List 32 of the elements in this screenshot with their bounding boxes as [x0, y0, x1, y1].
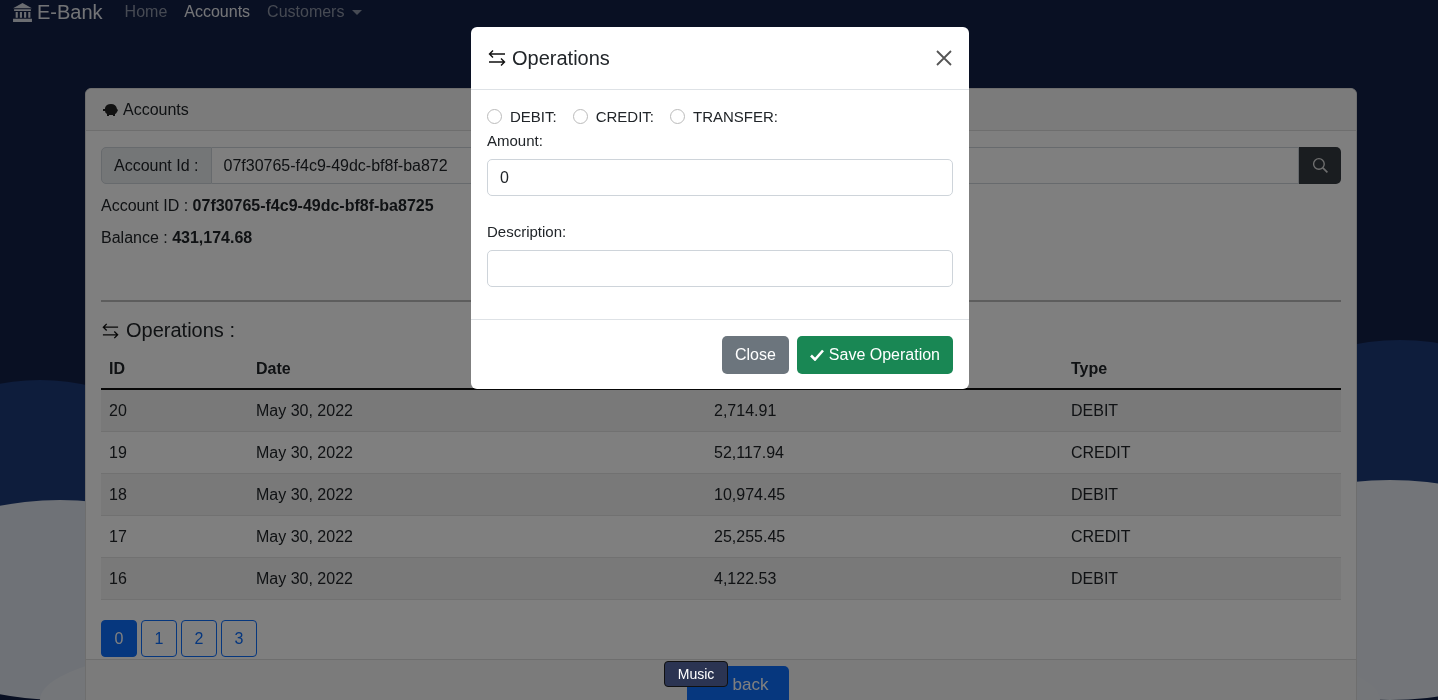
- dialog-title: Operations: [512, 46, 611, 70]
- table-cell: 2,714.91: [706, 389, 1063, 432]
- table-cell: May 30, 2022: [248, 515, 706, 558]
- table-cell: 4,122.53: [706, 557, 1063, 600]
- account-id-text: Account ID : 07f30765-f4c9-49dc-bf8f-ba8725: [101, 196, 434, 216]
- table-cell: 18: [101, 473, 248, 516]
- table-cell: CREDIT: [1063, 431, 1341, 474]
- column-header: Type: [1071, 359, 1108, 377]
- table-cell: May 30, 2022: [248, 557, 706, 600]
- table-cell: May 30, 2022: [248, 473, 706, 516]
- operations-heading: Operations :: [126, 319, 235, 342]
- table-cell: DEBIT: [1063, 557, 1341, 600]
- table-cell: 20: [101, 389, 248, 432]
- column-header: ID: [109, 359, 125, 377]
- table-cell: May 30, 2022: [248, 389, 706, 432]
- table-cell: 19: [101, 431, 248, 474]
- card-title: Accounts: [123, 100, 189, 119]
- table-cell: 10,974.45: [706, 473, 1063, 516]
- table-cell: May 30, 2022: [248, 431, 706, 474]
- balance-text: Balance : 431,174.68: [101, 228, 253, 248]
- table-cell: 25,255.45: [706, 515, 1063, 558]
- tooltip: Music: [664, 661, 728, 687]
- table-cell: 16: [101, 557, 248, 600]
- table-cell: DEBIT: [1063, 389, 1341, 432]
- field-label: Amount:: [487, 132, 544, 149]
- account-id-label: Account Id :: [101, 147, 212, 184]
- field-label: Description:: [487, 223, 568, 240]
- table-cell: 17: [101, 515, 248, 558]
- table-cell: CREDIT: [1063, 515, 1341, 558]
- column-header: Date: [256, 359, 291, 377]
- table-cell: 52,117.94: [706, 431, 1063, 474]
- table-cell: DEBIT: [1063, 473, 1341, 516]
